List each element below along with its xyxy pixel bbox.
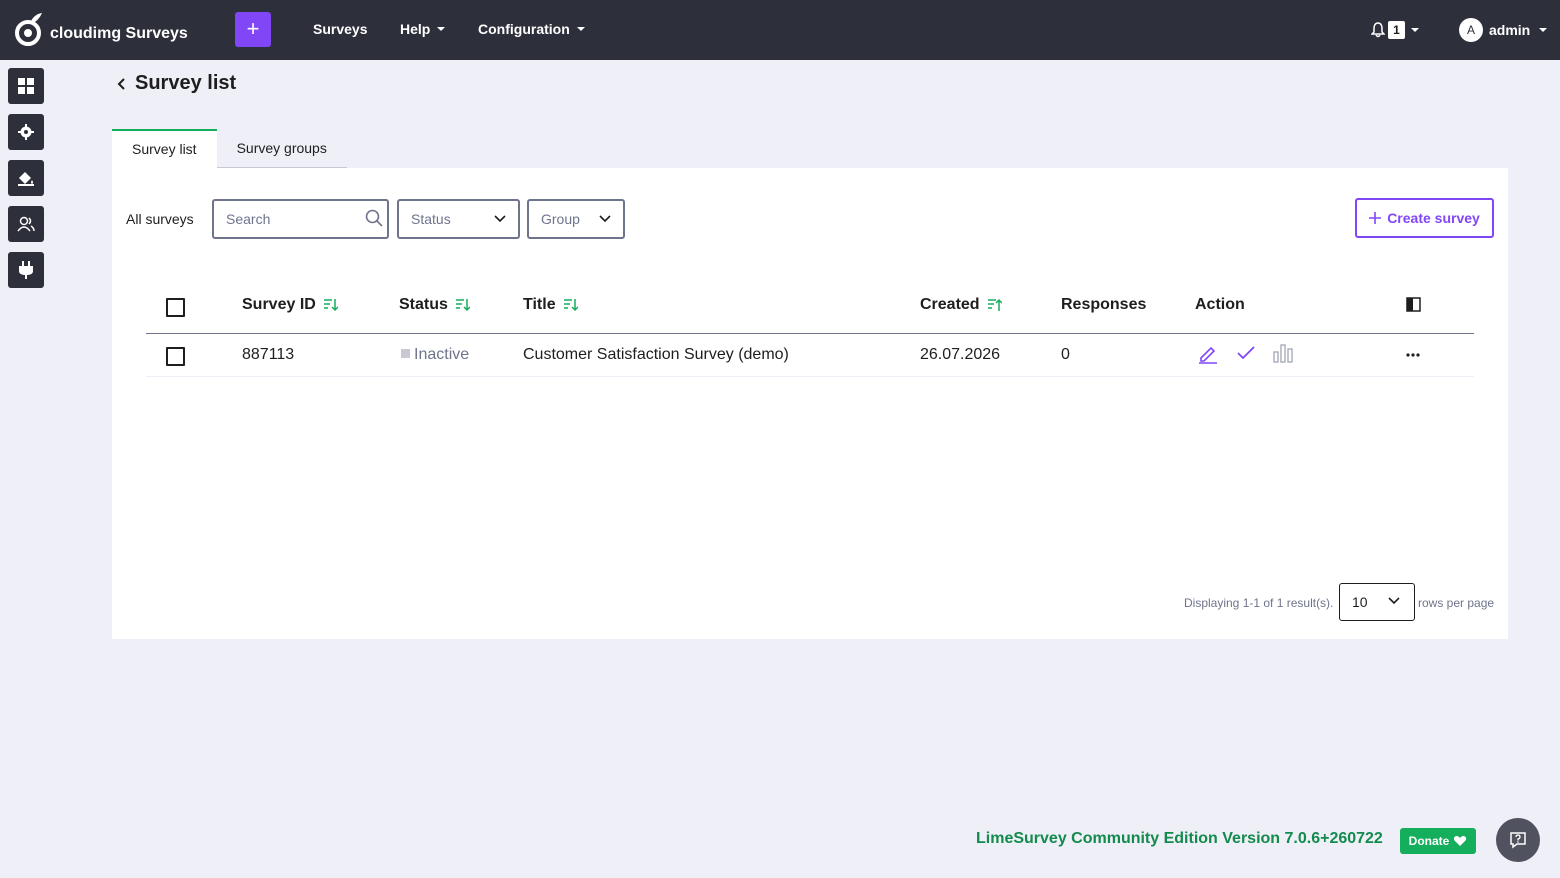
column-header-action: Action bbox=[1195, 296, 1245, 314]
sidebar-users-button[interactable] bbox=[8, 206, 44, 242]
settings-icon bbox=[18, 124, 34, 140]
search-icon[interactable] bbox=[365, 209, 383, 227]
users-icon bbox=[17, 216, 35, 232]
sidebar-theme-button[interactable] bbox=[8, 160, 44, 196]
donate-button[interactable]: Donate bbox=[1400, 828, 1476, 854]
rows-per-page-select[interactable]: 10 bbox=[1339, 583, 1415, 621]
title-cell[interactable]: Customer Satisfaction Survey (demo) bbox=[523, 346, 789, 364]
sidebar-dashboard-button[interactable] bbox=[8, 68, 44, 104]
group-filter-value: Group bbox=[541, 211, 580, 227]
brand-name: cloudimg Surveys bbox=[50, 25, 188, 42]
column-header-label: Status bbox=[399, 296, 448, 313]
help-chat-button[interactable] bbox=[1496, 818, 1540, 862]
column-header-label: Responses bbox=[1061, 296, 1147, 313]
sidebar-settings-button[interactable] bbox=[8, 114, 44, 150]
tab-survey-list[interactable]: Survey list bbox=[112, 129, 217, 168]
bell-icon bbox=[1371, 22, 1385, 38]
select-all-checkbox[interactable] bbox=[166, 298, 185, 317]
heart-icon bbox=[1454, 836, 1467, 846]
caret-down-icon bbox=[576, 27, 585, 31]
row-divider bbox=[146, 376, 1474, 377]
caret-down-icon bbox=[1411, 28, 1419, 32]
column-header-label: Created bbox=[920, 296, 980, 313]
column-header-label: Title bbox=[523, 296, 556, 313]
column-header-created[interactable]: Created bbox=[920, 296, 1002, 314]
nav-help[interactable]: Help bbox=[400, 21, 446, 37]
activate-check-icon[interactable] bbox=[1237, 345, 1255, 361]
chevron-left-icon[interactable] bbox=[117, 77, 127, 91]
sort-desc-icon[interactable] bbox=[455, 298, 470, 312]
status-inactive-icon bbox=[401, 349, 410, 358]
row-checkbox[interactable] bbox=[166, 347, 185, 366]
column-header-label: Action bbox=[1195, 296, 1245, 313]
caret-down-icon bbox=[1539, 28, 1548, 32]
survey-list-panel: All surveys Search Status Group Create s… bbox=[112, 168, 1508, 639]
sidebar-plugins-button[interactable] bbox=[8, 252, 44, 288]
top-navbar: cloudimg Surveys + Surveys Help Configur… bbox=[0, 0, 1560, 60]
rows-per-page-value: 10 bbox=[1352, 594, 1368, 610]
status-cell: Inactive bbox=[401, 346, 469, 364]
nav-help-label: Help bbox=[400, 21, 431, 37]
dashboard-icon bbox=[18, 78, 34, 94]
chevron-down-icon bbox=[599, 215, 611, 223]
search-input[interactable]: Search bbox=[212, 199, 389, 239]
sort-desc-icon[interactable] bbox=[323, 298, 338, 312]
created-cell: 26.07.2026 bbox=[920, 346, 1001, 363]
nav-configuration-label: Configuration bbox=[478, 21, 570, 37]
plus-icon bbox=[1369, 212, 1382, 224]
search-placeholder: Search bbox=[226, 211, 271, 227]
nav-configuration[interactable]: Configuration bbox=[478, 21, 585, 37]
caret-down-icon bbox=[437, 27, 446, 31]
user-name: admin bbox=[1489, 22, 1531, 38]
group-filter-select[interactable]: Group bbox=[527, 199, 625, 239]
column-header-title[interactable]: Title bbox=[523, 296, 578, 314]
sort-desc-icon[interactable] bbox=[563, 298, 578, 312]
nav-surveys-label: Surveys bbox=[313, 21, 368, 37]
avatar: A bbox=[1459, 18, 1483, 42]
notifications-button[interactable]: 1 bbox=[1371, 21, 1419, 39]
theme-icon bbox=[18, 172, 34, 186]
status-filter-select[interactable]: Status bbox=[397, 199, 520, 239]
status-filter-value: Status bbox=[411, 211, 451, 227]
nav-surveys[interactable]: Surveys bbox=[313, 21, 367, 37]
chevron-down-icon bbox=[494, 215, 506, 223]
column-toggle-icon[interactable] bbox=[1406, 297, 1421, 312]
tab-survey-groups[interactable]: Survey groups bbox=[216, 129, 347, 168]
chat-help-icon bbox=[1510, 832, 1526, 849]
header-divider bbox=[146, 333, 1474, 334]
statistics-icon[interactable] bbox=[1273, 344, 1294, 363]
status-text: Inactive bbox=[414, 346, 470, 363]
column-header-survey-id[interactable]: Survey ID bbox=[242, 296, 338, 314]
filter-label: All surveys bbox=[126, 211, 194, 227]
column-header-responses: Responses bbox=[1061, 296, 1146, 314]
brand-link[interactable]: cloudimg Surveys bbox=[14, 12, 188, 48]
donate-label: Donate bbox=[1408, 834, 1450, 848]
version-link[interactable]: LimeSurvey Community Edition Version 7.0… bbox=[976, 830, 1383, 848]
sort-asc-icon[interactable] bbox=[987, 298, 1002, 312]
create-survey-label: Create survey bbox=[1387, 210, 1480, 226]
responses-cell: 0 bbox=[1061, 346, 1070, 363]
pagination-summary: Displaying 1-1 of 1 result(s). bbox=[1184, 596, 1334, 610]
more-options-icon[interactable] bbox=[1406, 353, 1420, 357]
edit-icon[interactable] bbox=[1198, 344, 1218, 364]
user-menu[interactable]: A admin bbox=[1459, 18, 1548, 42]
page-title-text: Survey list bbox=[135, 72, 237, 94]
rows-per-page-label: rows per page bbox=[1418, 596, 1495, 610]
notification-count-badge: 1 bbox=[1388, 21, 1405, 39]
chevron-down-icon bbox=[1388, 597, 1400, 605]
quick-add-button[interactable]: + bbox=[235, 12, 271, 47]
column-header-label: Survey ID bbox=[242, 296, 316, 313]
survey-id-cell[interactable]: 887113 bbox=[242, 346, 294, 364]
create-survey-button[interactable]: Create survey bbox=[1355, 198, 1494, 238]
plugins-icon bbox=[19, 261, 33, 279]
column-header-status[interactable]: Status bbox=[399, 296, 470, 314]
logo-icon bbox=[15, 13, 42, 46]
tabs: Survey list Survey groups bbox=[112, 129, 347, 168]
page-title: Survey list bbox=[117, 72, 236, 95]
